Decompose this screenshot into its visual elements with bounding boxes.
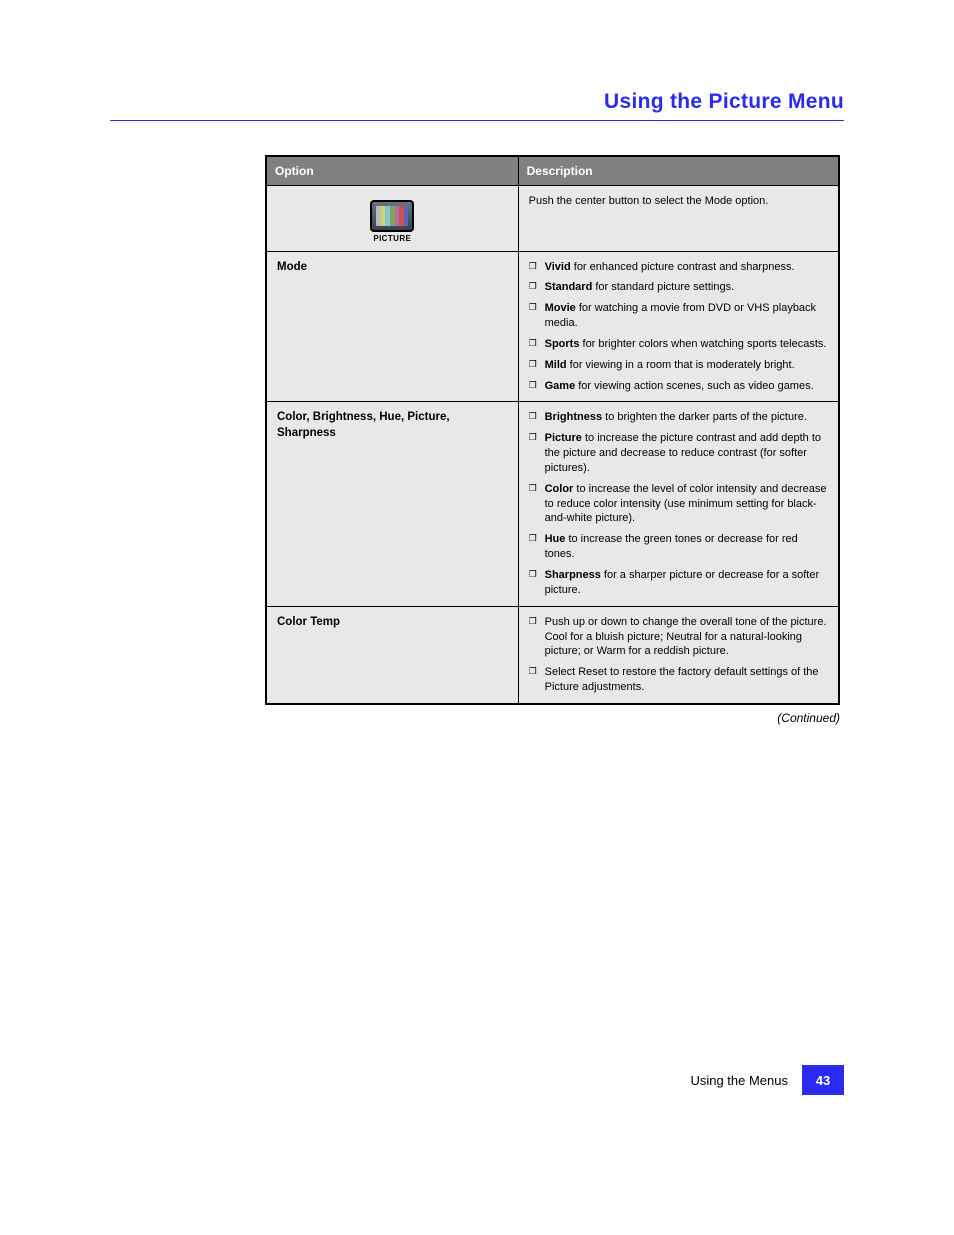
- divider: [110, 120, 844, 121]
- page-footer: Using the Menus 43: [690, 1065, 844, 1095]
- list-item: Select Reset to restore the factory defa…: [529, 665, 828, 695]
- option-adjustments: Color, Brightness, Hue, Picture, Sharpne…: [266, 402, 518, 606]
- list-item: Picture to increase the picture contrast…: [529, 431, 828, 476]
- mode-description: Push the center button to select the Mod…: [518, 186, 839, 252]
- table-row: Color, Brightness, Hue, Picture, Sharpne…: [266, 402, 839, 606]
- list-item: Sports for brighter colors when watching…: [529, 337, 828, 352]
- list-item: Mild for viewing in a room that is moder…: [529, 358, 828, 373]
- picture-icon-label: PICTURE: [370, 234, 414, 245]
- table-row: PICTURE Push the center button to select…: [266, 186, 839, 252]
- list-item: Movie for watching a movie from DVD or V…: [529, 301, 828, 331]
- list-item: Push up or down to change the overall to…: [529, 615, 828, 660]
- adjust-list: Brightness to brighten the darker parts …: [529, 410, 828, 597]
- list-item: Sharpness for a sharper picture or decre…: [529, 568, 828, 598]
- table-row: Mode Vivid for enhanced picture contrast…: [266, 251, 839, 402]
- option-mode: Mode: [266, 251, 518, 402]
- list-item: Standard for standard picture settings.: [529, 280, 828, 295]
- list-item: Game for viewing action scenes, such as …: [529, 379, 828, 394]
- picture-icon: PICTURE: [370, 200, 414, 245]
- footer-label: Using the Menus: [690, 1073, 788, 1088]
- table-row: Color Temp Push up or down to change the…: [266, 606, 839, 704]
- col-header-option: Option: [266, 156, 518, 186]
- list-item: Color to increase the level of color int…: [529, 482, 828, 527]
- section-title: Using the Picture Menu: [110, 90, 844, 114]
- option-colortemp: Color Temp: [266, 606, 518, 704]
- page-number: 43: [802, 1065, 844, 1095]
- picture-menu-table: Option Description PICTURE Push the cent…: [265, 155, 840, 705]
- continued-label: (Continued): [265, 711, 840, 725]
- list-item: Brightness to brighten the darker parts …: [529, 410, 828, 425]
- list-item: Vivid for enhanced picture contrast and …: [529, 260, 828, 275]
- col-header-description: Description: [518, 156, 839, 186]
- colortemp-list: Push up or down to change the overall to…: [529, 615, 828, 695]
- mode-list: Vivid for enhanced picture contrast and …: [529, 260, 828, 394]
- list-item: Hue to increase the green tones or decre…: [529, 532, 828, 562]
